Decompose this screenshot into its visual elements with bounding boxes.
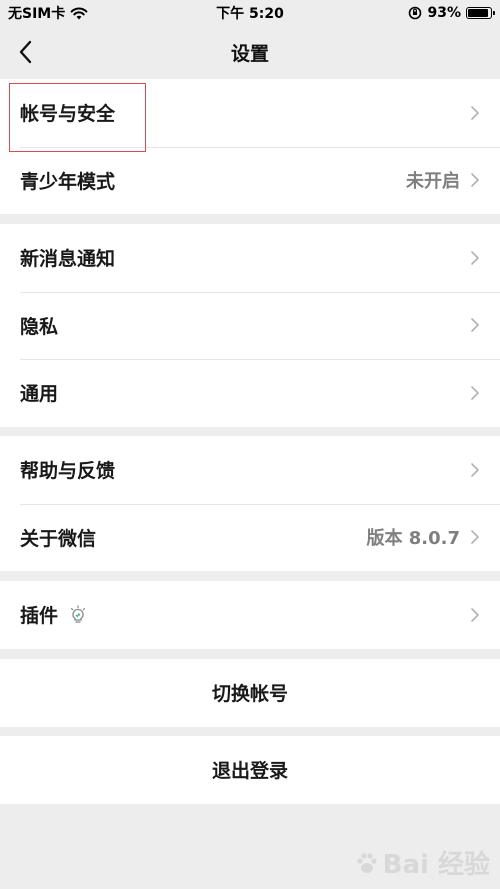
switch-account-button[interactable]: 切换帐号 (0, 659, 500, 727)
paw-icon (357, 852, 377, 873)
row-privacy[interactable]: 隐私 (0, 291, 500, 360)
status-right: 93% (408, 5, 495, 21)
logout-button[interactable]: 退出登录 (0, 736, 500, 804)
chevron-right-icon (471, 530, 479, 545)
row-label: 帮助与反馈 (20, 460, 116, 483)
logout-group: 退出登录 (0, 736, 500, 804)
battery-fill (468, 9, 489, 17)
row-help-feedback[interactable]: 帮助与反馈 (0, 436, 500, 504)
row-label: 新消息通知 (20, 248, 116, 271)
row-plugins[interactable]: 插件 (0, 581, 500, 649)
row-about-wechat[interactable]: 关于微信 版本 8.0.7 (0, 503, 500, 572)
settings-group-general: 新消息通知 隐私 通用 (0, 224, 500, 427)
nav-bar: 设置 (0, 26, 500, 78)
lightbulb-icon (71, 605, 86, 623)
settings-group-about: 帮助与反馈 关于微信 版本 8.0.7 (0, 436, 500, 571)
carrier-label: 无SIM卡 (8, 6, 66, 22)
status-bar: 无SIM卡 下午 5:20 93% (0, 0, 500, 26)
row-notifications[interactable]: 新消息通知 (0, 224, 500, 292)
orientation-lock-icon (409, 6, 422, 20)
chevron-left-icon[interactable] (14, 38, 38, 66)
row-general[interactable]: 通用 (0, 359, 500, 427)
chevron-right-icon (471, 462, 479, 477)
wifi-icon (70, 7, 88, 19)
settings-group-plugins: 插件 (0, 581, 500, 649)
status-left: 无SIM卡 (8, 3, 88, 23)
page-title: 设置 (230, 42, 269, 65)
row-teen-mode[interactable]: 青少年模式 未开启 (0, 146, 500, 215)
row-label: 隐私 (20, 315, 59, 338)
chevron-right-icon (471, 105, 479, 120)
switch-account-label: 切换帐号 (211, 683, 288, 706)
row-value: 版本 8.0.7 (366, 528, 460, 550)
row-label: 关于微信 (20, 527, 97, 550)
logout-label: 退出登录 (211, 760, 288, 783)
battery-icon (466, 7, 495, 19)
chevron-right-icon (471, 173, 479, 188)
watermark: Bai 经验 (353, 844, 490, 881)
watermark-text: Bai 经验 (382, 850, 490, 880)
battery-percent: 93% (427, 5, 461, 21)
row-label: 插件 (20, 605, 59, 628)
chevron-right-icon (471, 250, 479, 265)
row-label: 青少年模式 (20, 170, 116, 193)
chevron-right-icon (471, 385, 479, 400)
row-value: 未开启 (406, 171, 460, 193)
row-label: 通用 (20, 383, 59, 406)
chevron-right-icon (471, 318, 479, 333)
switch-account-group: 切换帐号 (0, 659, 500, 727)
highlight-box (9, 83, 146, 152)
chevron-right-icon (471, 607, 479, 622)
